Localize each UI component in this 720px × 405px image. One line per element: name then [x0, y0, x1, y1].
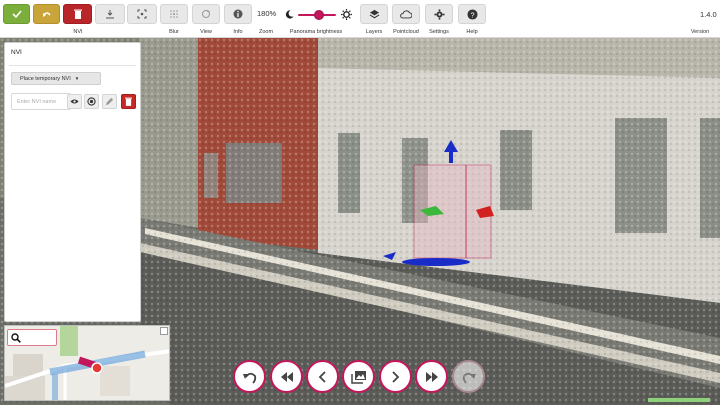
rewind-button[interactable]	[270, 360, 303, 393]
layers-button[interactable]	[360, 4, 388, 24]
focus-button[interactable]	[127, 4, 157, 24]
rewind-icon	[280, 371, 293, 382]
loading-progress-bar	[648, 398, 710, 402]
focus-icon	[137, 9, 147, 19]
pencil-icon	[105, 97, 114, 106]
delete-nvi-button[interactable]	[121, 94, 136, 109]
check-icon	[11, 10, 22, 19]
expand-map-icon[interactable]	[160, 327, 168, 335]
view-button[interactable]	[192, 4, 220, 24]
fast-forward-button[interactable]	[415, 360, 448, 393]
version-label: Version	[690, 29, 710, 35]
toggle-visibility-button[interactable]	[67, 94, 82, 109]
zoom-value: 180%	[257, 9, 277, 18]
info-icon	[233, 9, 243, 19]
top-toolbar: NVI Blur View Info 180% Zoom Panorama br…	[0, 0, 720, 38]
info-button[interactable]	[224, 4, 252, 24]
fast-forward-icon	[425, 371, 438, 382]
gear-icon	[433, 8, 445, 20]
undo-icon	[242, 372, 256, 384]
locate-button[interactable]	[84, 94, 99, 109]
place-temporary-nvi-label: Place temporary NVI	[20, 75, 71, 82]
next-button[interactable]	[379, 360, 412, 393]
eye-icon	[70, 99, 79, 104]
previous-button[interactable]	[306, 360, 339, 393]
sun-icon	[341, 9, 352, 20]
panorama-gallery-button[interactable]	[342, 360, 375, 393]
chevron-left-icon	[318, 370, 326, 383]
undo-icon	[42, 12, 51, 17]
trash-icon	[125, 97, 132, 106]
blur-button[interactable]	[160, 4, 188, 24]
redo-icon	[462, 372, 476, 384]
settings-button[interactable]	[425, 4, 453, 24]
place-temporary-nvi-dropdown[interactable]: Place temporary NVI ▼	[11, 72, 101, 85]
divider	[9, 65, 136, 66]
map-search-button[interactable]	[7, 329, 57, 346]
download-button[interactable]	[95, 4, 125, 24]
caret-down-icon: ▼	[74, 76, 80, 81]
redo-nav-button[interactable]	[452, 360, 485, 393]
panorama-brightness-label: Panorama brightness	[289, 29, 343, 35]
download-icon	[106, 10, 114, 19]
help-icon: ?	[466, 8, 478, 20]
edit-button[interactable]	[102, 94, 117, 109]
gallery-icon	[350, 370, 366, 384]
rotate-view-icon	[202, 10, 210, 18]
pointcloud-button[interactable]	[392, 4, 420, 24]
delete-button[interactable]	[63, 4, 92, 24]
layers-icon	[369, 9, 379, 18]
moon-icon	[285, 10, 294, 19]
version-value: 1.4.0	[700, 10, 717, 19]
chevron-right-icon	[392, 370, 400, 383]
confirm-button[interactable]	[3, 4, 30, 24]
trash-icon	[73, 9, 82, 19]
nvi-panel-title: NVI	[11, 49, 22, 56]
svg-text:?: ?	[470, 10, 474, 19]
help-button[interactable]: ?	[458, 4, 486, 24]
nvi-toolbar-label: NVI	[73, 29, 83, 35]
undo-nav-button[interactable]	[233, 360, 266, 393]
help-label: Help	[466, 29, 478, 35]
target-icon	[87, 97, 96, 106]
blur-icon	[170, 10, 178, 18]
nvi-panel: NVI Place temporary NVI ▼	[4, 42, 141, 322]
search-icon	[11, 332, 21, 343]
cloud-icon	[400, 9, 412, 18]
brightness-slider-thumb[interactable]	[313, 10, 324, 20]
nvi-name-input[interactable]	[11, 93, 71, 110]
undo-button[interactable]	[33, 4, 60, 24]
minimap[interactable]	[4, 325, 170, 401]
